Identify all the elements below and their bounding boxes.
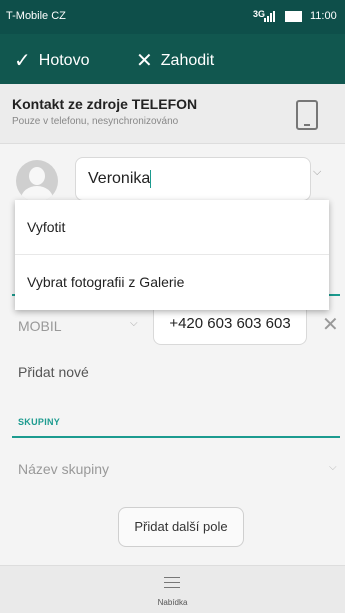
battery-icon: [285, 11, 302, 22]
groups-section-header: SKUPINY: [18, 417, 61, 427]
check-icon: ✓: [14, 50, 31, 72]
discard-label: Zahodit: [160, 51, 215, 69]
take-photo-option[interactable]: Vyfotit: [15, 200, 329, 255]
name-value: Veronika: [88, 170, 151, 187]
status-bar: T-Mobile CZ 3G 11:00: [0, 0, 345, 34]
name-field[interactable]: Veronika: [75, 157, 311, 201]
chevron-down-icon[interactable]: ⌵: [313, 166, 321, 179]
close-icon: ✕: [136, 50, 153, 72]
phone-type-selector[interactable]: MOBIL: [18, 318, 62, 334]
section-divider: [12, 436, 340, 438]
add-new-phone-link[interactable]: Přidat nové: [18, 364, 89, 380]
done-button[interactable]: ✓ Hotovo: [14, 48, 89, 73]
account-source-row[interactable]: Kontakt ze zdroje TELEFON Pouze v telefo…: [0, 84, 345, 144]
signal-icon: [264, 11, 276, 22]
action-bar: ✓ Hotovo ✕ Zahodit: [0, 34, 345, 84]
menu-label[interactable]: Nabídka: [0, 598, 345, 607]
hamburger-menu-icon[interactable]: [164, 577, 180, 589]
text-cursor: [150, 169, 152, 188]
discard-button[interactable]: ✕ Zahodit: [136, 48, 214, 73]
done-label: Hotovo: [38, 51, 90, 69]
account-title: Kontakt ze zdroje TELEFON: [12, 96, 198, 112]
account-subtitle: Pouze v telefonu, nesynchronizováno: [12, 116, 179, 127]
photo-popup-menu: Vyfotit Vybrat fotografii z Galerie: [15, 200, 329, 310]
group-name-selector[interactable]: Název skupiny: [18, 461, 109, 477]
avatar-placeholder-icon[interactable]: [16, 160, 58, 202]
carrier-name: T-Mobile CZ: [6, 10, 66, 22]
add-field-button[interactable]: Přidat další pole: [118, 507, 244, 547]
clock: 11:00: [310, 10, 337, 22]
choose-from-gallery-option[interactable]: Vybrat fotografii z Galerie: [15, 255, 329, 310]
phone-device-icon: [296, 100, 318, 130]
chevron-down-icon[interactable]: ⌵: [130, 318, 138, 329]
close-icon[interactable]: ✕: [322, 312, 339, 337]
chevron-down-icon[interactable]: ⌵: [329, 462, 337, 473]
